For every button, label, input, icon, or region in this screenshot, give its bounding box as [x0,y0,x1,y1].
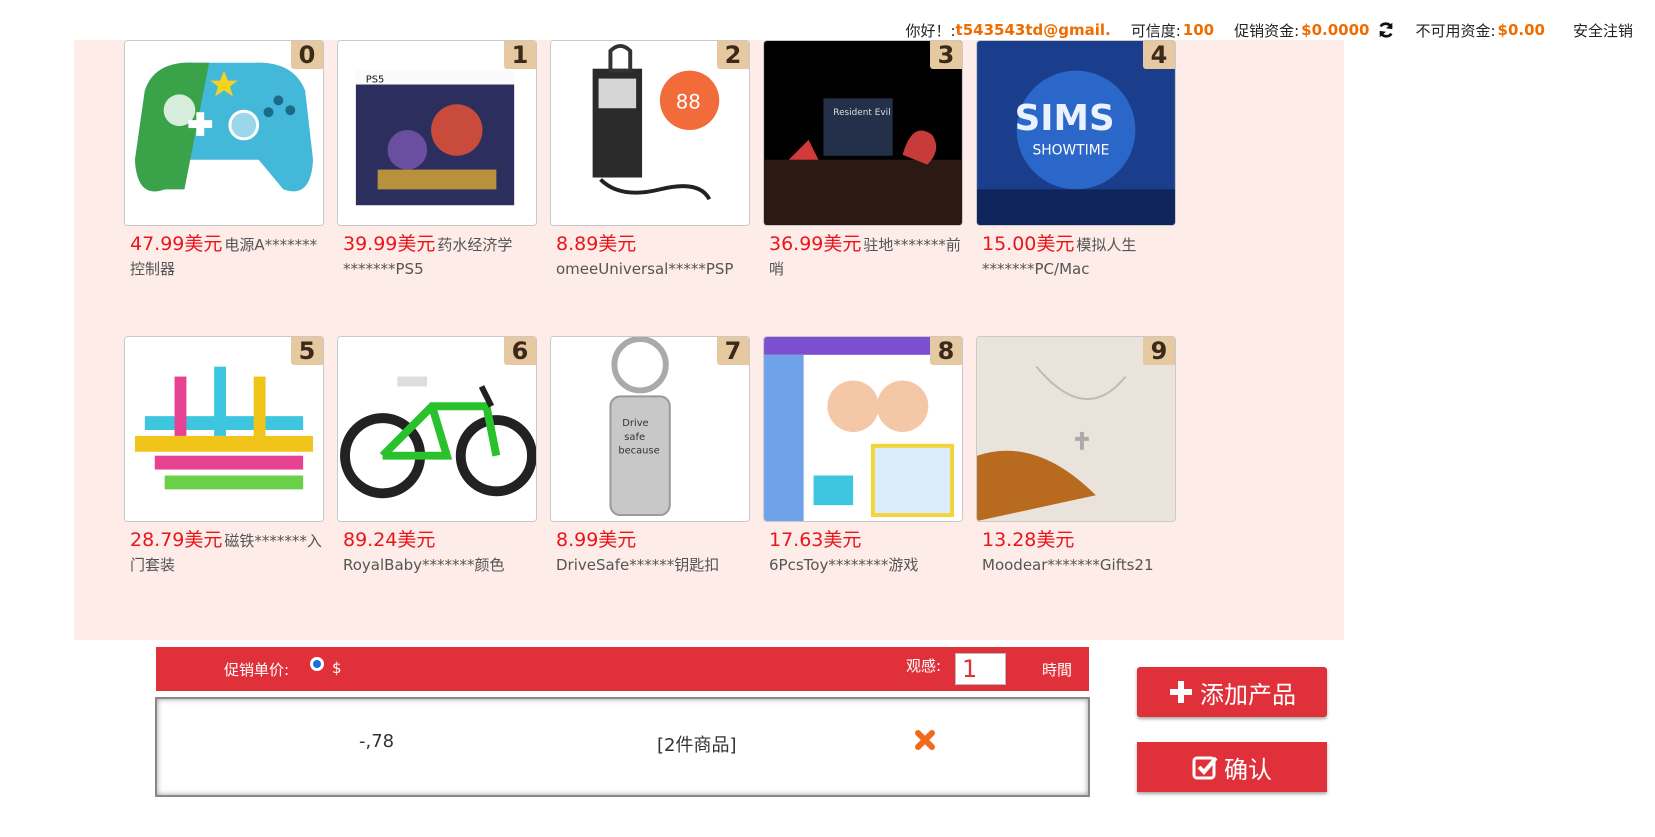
product-price: 17.63美元 [769,529,862,551]
user-info-bar: 你好！: t543543td@gmail. 可信度: 100 促销资金: $0.… [0,18,1655,42]
product-name: Moodear*******Gifts21 [982,556,1154,574]
selected-items-box: -,78 [2件商品] [155,697,1090,797]
svg-text:Drive: Drive [622,418,648,429]
product-grid: 0 47.99美元 电源A*******控制器 PS5 1 39.99美元 药水经济… [74,40,1344,640]
add-product-button[interactable]: 添加产品 [1137,667,1327,717]
checkbox-icon [1192,756,1218,780]
greeting: 你好！: t543543td@gmail. [905,20,1110,41]
unavailable-funds-value: $0.00 [1497,21,1545,39]
selected-value: -,78 [359,731,395,752]
confirm-label: 确认 [1224,755,1272,784]
product-price: 39.99美元 [343,233,436,255]
view-label: 观感: [906,657,942,675]
product-caption: 13.28美元 Moodear*******Gifts21 [982,528,1182,577]
product-price: 36.99美元 [769,233,862,255]
credit-info: 可信度: 100 [1131,20,1214,41]
refresh-icon[interactable] [1377,21,1395,39]
unavailable-funds-info: 不可用资金: $0.00 [1415,20,1545,41]
promo-funds-info: 促销资金: $0.0000 [1234,20,1395,41]
product-price: 8.89美元 [556,233,637,255]
product-price: 8.99美元 [556,529,637,551]
product-card[interactable]: Resident Evil 3 36.99美元 驻地*******前哨 [713,40,963,300]
product-price: 89.24美元 [343,529,436,551]
product-card[interactable]: 9 13.28美元 Moodear*******Gifts21 [926,336,1176,596]
svg-text:88: 88 [676,90,701,113]
plus-icon [1170,681,1192,703]
product-card[interactable]: Drive safe because 7 8.99美元DriveSafe****… [500,336,750,596]
promo-funds-label: 促销资金: [1234,21,1300,40]
currency-radio[interactable] [310,657,324,671]
product-name: omeeUniversal*****PSP [556,260,734,278]
confirm-button[interactable]: 确认 [1137,742,1327,792]
product-price: 13.28美元 [982,529,1075,551]
credit-label: 可信度: [1130,21,1181,40]
credit-value: 100 [1182,21,1215,39]
time-label: 時間 [1042,661,1073,679]
delete-icon[interactable] [914,729,936,751]
currency-label: $ [332,659,342,677]
product-card[interactable]: 5 28.79美元 磁铁*******入门套装 [74,336,324,596]
product-card[interactable]: 88 2 8.89美元 omeeUniversal*****PSP [500,40,750,300]
product-price: 28.79美元 [130,529,223,551]
product-card[interactable]: SIMS SHOWTIME 4 15.00美元 模拟人生*******PC/Mac [926,40,1176,300]
svg-text:SHOWTIME: SHOWTIME [1032,143,1109,159]
svg-text:SIMS: SIMS [1015,98,1115,139]
svg-text:PS5: PS5 [366,75,385,86]
product-image[interactable]: SIMS SHOWTIME 4 [976,40,1176,226]
product-card[interactable]: 0 47.99美元 电源A*******控制器 [74,40,324,300]
logout-link[interactable]: 安全注销 [1573,20,1633,41]
selected-count: [2件商品] [657,735,737,756]
product-card[interactable]: 6 89.24美元 RoyalBaby*******颜色 [287,336,537,596]
svg-text:because: because [618,446,659,457]
product-card[interactable]: PS5 1 39.99美元 药水经济学*******PS5 [287,40,537,300]
product-name: DriveSafe******钥匙扣 [556,556,720,574]
user-email: t543543td@gmail. [955,21,1111,39]
view-input[interactable]: 1 [955,653,1006,685]
promo-funds-value: $0.0000 [1301,21,1370,39]
product-card[interactable]: 8 17.63美元 6PcsToy********游戏 [713,336,963,596]
product-index: 4 [1143,41,1175,69]
product-index: 9 [1143,337,1175,365]
greeting-label: 你好！: [905,21,956,40]
product-name: 6PcsToy********游戏 [769,556,919,574]
svg-text:Resident Evil: Resident Evil [833,108,890,118]
product-price: 47.99美元 [130,233,223,255]
product-price: 15.00美元 [982,233,1075,255]
add-product-label: 添加产品 [1200,680,1296,709]
svg-text:safe: safe [624,432,645,443]
unavailable-funds-label: 不可用资金: [1415,21,1496,40]
unit-price-label: 促销单价: [224,661,290,679]
promo-control-bar: 促销单价: $ 观感: 1 時間 [156,647,1089,691]
product-name: RoyalBaby*******颜色 [343,556,505,574]
product-image[interactable]: 9 [976,336,1176,522]
product-caption: 15.00美元 模拟人生*******PC/Mac [982,232,1182,281]
